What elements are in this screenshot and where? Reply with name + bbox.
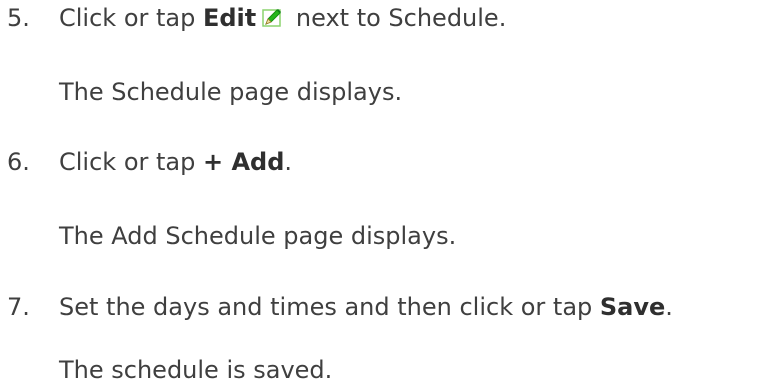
step-suffix: next to Schedule.	[288, 4, 507, 32]
step-7-result: The schedule is saved.	[59, 356, 333, 384]
step-suffix: .	[665, 293, 673, 321]
edit-pencil-icon	[260, 6, 284, 30]
step-prefix: Click or tap	[59, 148, 203, 176]
step-instruction: Set the days and times and then click or…	[59, 292, 673, 322]
step-6-result: The Add Schedule page displays.	[59, 222, 457, 250]
add-label: + Add	[202, 148, 285, 176]
step-prefix: Click or tap	[59, 4, 203, 32]
step-instruction: Click or tap Edit next to Schedule.	[59, 3, 506, 33]
step-number: 7.	[7, 293, 30, 321]
step-instruction: Click or tap + Add.	[59, 147, 292, 177]
step-number: 5.	[7, 4, 30, 32]
save-label: Save	[599, 293, 666, 321]
step-suffix: .	[284, 148, 293, 176]
step-number: 6.	[7, 148, 30, 176]
step-5-result: The Schedule page displays.	[59, 78, 403, 106]
edit-label: Edit	[202, 4, 257, 32]
step-prefix: Set the days and times and then click or…	[59, 293, 600, 321]
